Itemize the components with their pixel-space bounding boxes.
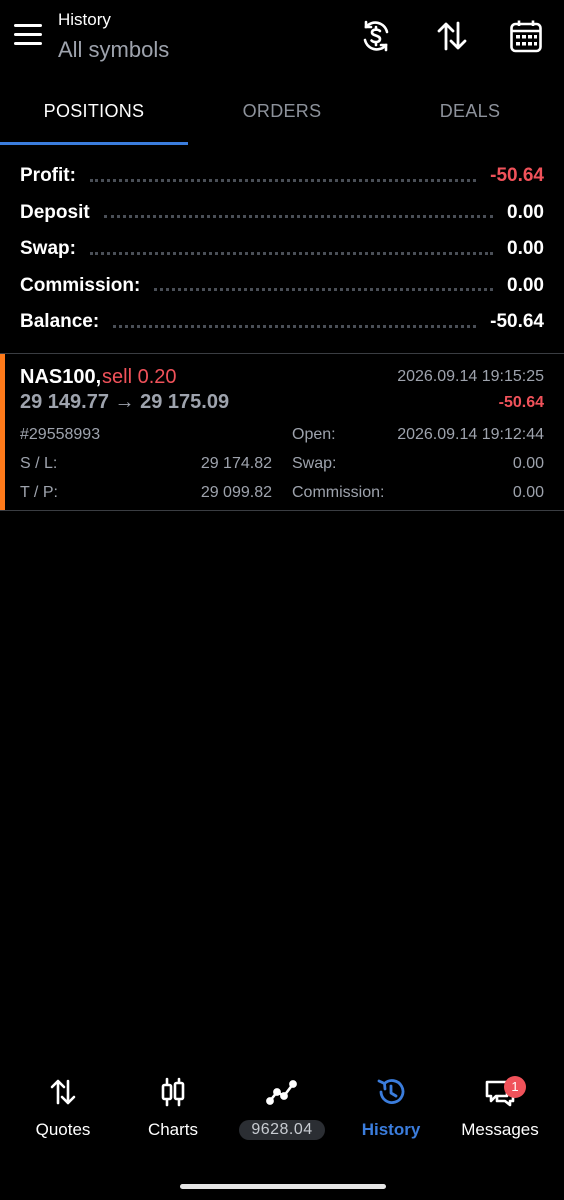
- open-time-value: 2026.09.14 19:12:44: [397, 426, 544, 443]
- nav-label: Messages: [461, 1120, 539, 1139]
- trade-line-icon: [266, 1080, 297, 1105]
- candlestick-icon: [161, 1077, 185, 1107]
- open-label: Open:: [292, 426, 336, 443]
- position-prices: 29 149.77 → 29 175.09: [20, 391, 230, 413]
- summary-row-swap: Swap: 0.00: [0, 231, 564, 268]
- nav-trade[interactable]: 9628.04: [226, 1072, 338, 1140]
- active-tab-indicator: [0, 142, 188, 145]
- nav-label: Quotes: [35, 1120, 91, 1139]
- summary-panel: Profit: -50.64 Deposit 0.00 Swap: 0.00 C…: [0, 158, 564, 341]
- summary-value: 0.00: [507, 201, 544, 223]
- top-app-bar: History All symbols: [0, 0, 564, 88]
- currency-sync-button[interactable]: [356, 16, 396, 56]
- calendar-icon: [510, 20, 542, 53]
- sl-value: 29 174.82: [200, 455, 272, 472]
- sort-button[interactable]: [432, 16, 472, 56]
- commission-value: 0.00: [512, 484, 544, 501]
- menu-icon[interactable]: [14, 24, 44, 48]
- nav-label: History: [361, 1120, 421, 1139]
- symbol-filter[interactable]: All symbols: [58, 37, 169, 63]
- dotted-leader: [103, 215, 494, 219]
- position-close-time: 2026.09.14 19:15:25: [397, 368, 544, 385]
- nav-history[interactable]: History: [335, 1072, 447, 1140]
- summary-value: -50.64: [490, 165, 544, 187]
- summary-row-balance: Balance: -50.64: [0, 304, 564, 341]
- sl-label: S / L:: [20, 455, 58, 472]
- tp-label: T / P:: [20, 484, 58, 501]
- summary-value: 0.00: [507, 238, 544, 260]
- position-accent-bar: [0, 354, 5, 510]
- tab-deals[interactable]: DEALS: [376, 88, 564, 146]
- position-row[interactable]: NAS100, sell 0.20 2026.09.14 19:15:25 29…: [0, 354, 564, 510]
- swap-value: 0.00: [512, 455, 544, 472]
- summary-row-deposit: Deposit 0.00: [0, 195, 564, 232]
- position-profit: -50.64: [498, 394, 544, 411]
- summary-row-profit: Profit: -50.64: [0, 158, 564, 195]
- page-title: History: [58, 10, 111, 29]
- bottom-navigation: Quotes Charts 9628.04 History 1 Messages: [0, 1072, 564, 1172]
- summary-label: Deposit: [20, 201, 90, 223]
- dotted-leader: [113, 324, 477, 328]
- summary-value: 0.00: [507, 274, 544, 296]
- history-screen: History All symbols POSITIONS ORDERS DEA…: [0, 0, 564, 1200]
- unread-badge: 1: [504, 1076, 526, 1098]
- summary-label: Profit:: [20, 165, 76, 187]
- dotted-leader: [154, 288, 494, 292]
- nav-label: Charts: [147, 1120, 199, 1139]
- tab-orders[interactable]: ORDERS: [188, 88, 376, 146]
- summary-label: Balance:: [20, 311, 100, 333]
- quotes-icon: [50, 1079, 76, 1105]
- divider: [0, 510, 564, 511]
- nav-messages[interactable]: 1 Messages: [444, 1072, 556, 1140]
- commission-label: Commission:: [292, 484, 385, 501]
- position-symbol: NAS100,: [20, 366, 102, 388]
- nav-quotes[interactable]: Quotes: [7, 1072, 119, 1140]
- home-indicator[interactable]: [180, 1184, 386, 1189]
- swap-label: Swap:: [292, 455, 337, 472]
- calendar-button[interactable]: [506, 16, 546, 56]
- summary-row-commission: Commission: 0.00: [0, 268, 564, 305]
- position-side-volume: sell 0.20: [102, 366, 177, 388]
- summary-label: Commission:: [20, 274, 141, 296]
- currency-sync-icon: [363, 20, 389, 52]
- sort-icon: [437, 21, 467, 51]
- position-ticket: #29558993: [20, 426, 101, 443]
- dotted-leader: [89, 178, 477, 182]
- equity-value-pill: 9628.04: [239, 1120, 325, 1140]
- dotted-leader: [89, 251, 494, 255]
- history-icon: [377, 1079, 405, 1104]
- summary-value: -50.64: [490, 311, 544, 333]
- nav-charts[interactable]: Charts: [117, 1072, 229, 1140]
- history-tabs: POSITIONS ORDERS DEALS: [0, 88, 564, 146]
- tp-value: 29 099.82: [200, 484, 272, 501]
- tab-positions[interactable]: POSITIONS: [0, 88, 188, 146]
- summary-label: Swap:: [20, 238, 76, 260]
